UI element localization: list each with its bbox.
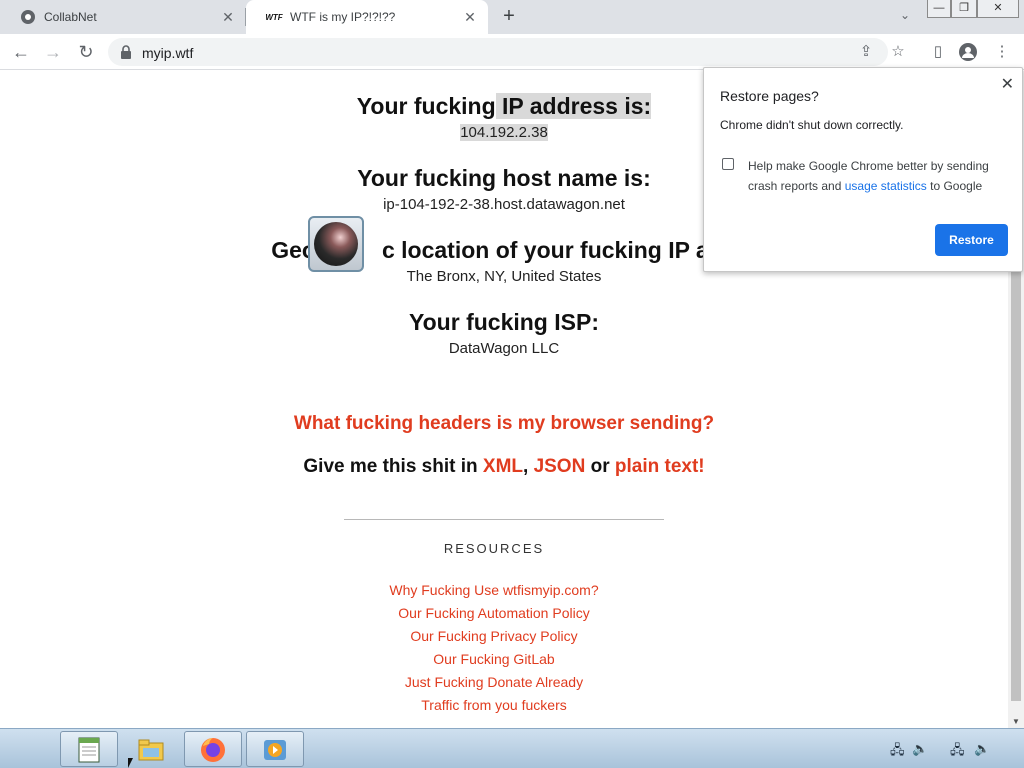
resource-link[interactable]: Our Fucking Privacy Policy	[0, 628, 998, 644]
headers-link-row: What fucking headers is my browser sendi…	[0, 413, 1008, 435]
address-bar[interactable]: myip.wtf	[108, 38, 888, 66]
resource-link[interactable]: Traffic from you fuckers	[0, 697, 998, 713]
format-links-row: Give me this shit in XML, JSON or plain …	[303, 456, 705, 477]
bookmark-star-icon[interactable]: ☆	[888, 42, 908, 62]
minimize-button[interactable]: —	[927, 0, 951, 18]
mouse-cursor-icon	[128, 758, 133, 768]
notepad-icon	[78, 737, 100, 763]
close-window-button[interactable]: ✕	[977, 0, 1019, 18]
profile-avatar-icon[interactable]	[958, 42, 978, 62]
taskbar-firefox-button[interactable]	[184, 731, 242, 767]
xml-link[interactable]: XML	[483, 456, 523, 477]
desktop-disc-icon[interactable]	[308, 216, 364, 272]
lock-icon	[120, 45, 132, 59]
close-icon[interactable]: ✕	[1001, 74, 1014, 94]
network-icon[interactable]: 🖧	[950, 741, 965, 763]
new-tab-button[interactable]: +	[498, 5, 520, 27]
dialog-message: Chrome didn't shut down correctly.	[720, 118, 904, 132]
volume-icon[interactable]: 🔈	[974, 741, 990, 757]
share-icon[interactable]: ⇪	[856, 42, 876, 62]
resource-link[interactable]: Our Fucking Automation Policy	[0, 605, 998, 621]
reload-icon[interactable]: ↻	[75, 41, 97, 63]
chevron-down-icon[interactable]: ⌄	[896, 8, 914, 26]
isp-value: DataWagon LLC	[448, 340, 560, 357]
resource-link[interactable]: Why Fucking Use wtfismyip.com?	[0, 582, 998, 598]
tab-wtf[interactable]: WTF WTF is my IP?!?!?? ✕	[246, 0, 488, 34]
folder-icon	[138, 739, 164, 761]
isp-heading: Your fucking ISP:	[409, 309, 599, 335]
disc-icon	[314, 222, 358, 266]
toolbar: ← → ↻ myip.wtf ⇪ ☆ ▯ ⋮	[0, 34, 1024, 70]
close-tab-icon[interactable]: ✕	[462, 9, 478, 25]
crash-report-checkbox[interactable]	[722, 158, 734, 170]
close-tab-icon[interactable]: ✕	[220, 9, 236, 25]
plain-text-link[interactable]: plain text!	[615, 456, 705, 477]
wtf-icon: WTF	[265, 12, 283, 22]
json-link[interactable]: JSON	[534, 456, 586, 477]
back-arrow-icon[interactable]: ←	[10, 41, 32, 63]
usage-statistics-link[interactable]: usage statistics	[845, 179, 927, 193]
dialog-title: Restore pages?	[720, 88, 819, 104]
tab-title: CollabNet	[44, 10, 97, 24]
side-panel-icon[interactable]: ▯	[928, 42, 948, 62]
taskbar-media-player-button[interactable]	[246, 731, 304, 767]
menu-kebab-icon[interactable]: ⋮	[992, 42, 1012, 62]
tab-collabnet[interactable]: CollabNet ✕	[0, 0, 246, 34]
scrollbar-thumb[interactable]	[1011, 271, 1021, 701]
forward-arrow-icon[interactable]: →	[42, 41, 64, 63]
tab-strip: CollabNet ✕ WTF WTF is my IP?!?!?? ✕ + ⌄…	[0, 0, 1024, 34]
browser-window: CollabNet ✕ WTF WTF is my IP?!?!?? ✕ + ⌄…	[0, 0, 1024, 728]
scroll-down-icon[interactable]: ▼	[1012, 717, 1020, 726]
chrome-icon	[20, 9, 36, 25]
taskbar: 🖧 🔈 🖧 🔈	[0, 728, 1024, 768]
restore-button[interactable]: Restore	[935, 224, 1008, 256]
maximize-button[interactable]: ❐	[951, 0, 977, 18]
volume-icon[interactable]: 🔈	[912, 741, 928, 757]
restore-pages-dialog: Restore pages? ✕ Chrome didn't shut down…	[703, 67, 1023, 272]
network-icon[interactable]: 🖧	[890, 741, 905, 763]
resource-link[interactable]: Our Fucking GitLab	[0, 651, 998, 667]
firefox-icon	[201, 738, 225, 762]
tab-title: WTF is my IP?!?!??	[290, 10, 396, 24]
resources-title: RESOURCES	[443, 541, 545, 556]
media-player-icon	[264, 740, 286, 760]
checkbox-label: Help make Google Chrome better by sendin…	[748, 159, 989, 193]
resource-link[interactable]: Just Fucking Donate Already	[0, 674, 998, 690]
taskbar-notepad-button[interactable]	[60, 731, 118, 767]
headers-link[interactable]: What fucking headers is my browser sendi…	[294, 413, 714, 434]
url-text: myip.wtf	[142, 45, 194, 61]
divider	[344, 519, 664, 520]
